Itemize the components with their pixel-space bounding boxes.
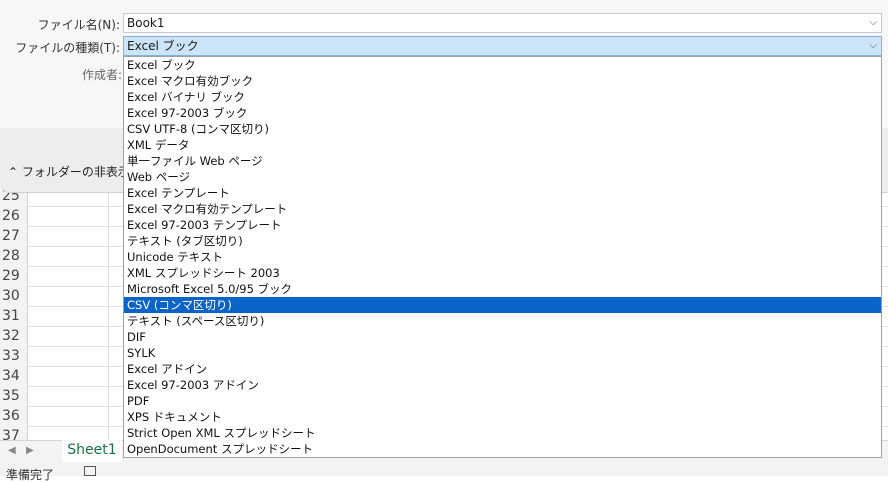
filetype-option[interactable]: XML スプレッドシート 2003 — [124, 265, 881, 281]
status-bar: 準備完了 — [0, 462, 888, 482]
filetype-option[interactable]: Excel テンプレート — [124, 185, 881, 201]
filetype-option[interactable]: Excel バイナリ ブック — [124, 89, 881, 105]
row-number[interactable]: 30 — [0, 286, 28, 306]
row-number[interactable]: 36 — [0, 406, 28, 426]
filetype-value: Excel ブック — [127, 39, 199, 53]
next-sheet-icon[interactable]: ▶ — [26, 445, 34, 456]
row-number[interactable]: 28 — [0, 246, 28, 266]
filetype-label: ファイルの種類(T): — [15, 41, 120, 55]
filetype-option[interactable]: DIF — [124, 329, 881, 345]
author-label: 作成者: — [81, 68, 122, 82]
row-number[interactable]: 33 — [0, 346, 28, 366]
chevron-down-icon[interactable]: ⌵ — [869, 14, 877, 32]
row-number[interactable]: 31 — [0, 306, 28, 326]
prev-sheet-icon[interactable]: ◀ — [8, 445, 16, 456]
filetype-option[interactable]: OpenDocument スプレッドシート — [124, 441, 881, 457]
status-text: 準備完了 — [6, 468, 55, 482]
filetype-option[interactable]: Microsoft Excel 5.0/95 ブック — [124, 281, 881, 297]
filetype-option[interactable]: テキスト (スペース区切り) — [124, 313, 881, 329]
row-number[interactable]: 32 — [0, 326, 28, 346]
row-number[interactable]: 26 — [0, 206, 28, 226]
filetype-option[interactable]: Unicode テキスト — [124, 249, 881, 265]
filetype-option[interactable]: テキスト (タブ区切り) — [124, 233, 881, 249]
chevron-down-icon[interactable]: ⌵ — [869, 37, 877, 55]
row-number[interactable]: 29 — [0, 266, 28, 286]
filetype-option[interactable]: XPS ドキュメント — [124, 409, 881, 425]
filetype-option[interactable]: Strict Open XML スプレッドシート — [124, 425, 881, 441]
filetype-select[interactable]: Excel ブック ⌵ — [123, 36, 882, 56]
filetype-option[interactable]: XML データ — [124, 137, 881, 153]
filetype-option[interactable]: Excel ブック — [124, 57, 881, 73]
filename-input[interactable]: Book1 ⌵ — [123, 13, 882, 33]
filetype-dropdown-list[interactable]: Excel ブック Excel マクロ有効ブック Excel バイナリ ブック Exc… — [123, 56, 882, 458]
filename-value: Book1 — [127, 16, 165, 30]
row-number[interactable]: 35 — [0, 386, 28, 406]
row-number[interactable]: 27 — [0, 226, 28, 246]
filetype-option[interactable]: Excel 97-2003 ブック — [124, 105, 881, 121]
chevron-up-icon: ⌃ — [8, 165, 19, 179]
accessibility-icon[interactable] — [84, 466, 96, 476]
filetype-option[interactable]: CSV UTF-8 (コンマ区切り) — [124, 121, 881, 137]
filetype-option[interactable]: Excel マクロ有効ブック — [124, 73, 881, 89]
filetype-option[interactable]: PDF — [124, 393, 881, 409]
sheet-tab[interactable]: Sheet1 — [62, 440, 122, 464]
hide-folders-label: フォルダーの非表示 — [21, 165, 130, 179]
filetype-option[interactable]: Excel アドイン — [124, 361, 881, 377]
filetype-option[interactable]: Excel 97-2003 アドイン — [124, 377, 881, 393]
filetype-option[interactable]: Excel マクロ有効テンプレート — [124, 201, 881, 217]
hide-folders-button[interactable]: ⌃ フォルダーの非表示 — [8, 163, 130, 180]
filetype-option[interactable]: Web ページ — [124, 169, 881, 185]
row-number[interactable]: 34 — [0, 366, 28, 386]
filetype-option[interactable]: 単一ファイル Web ページ — [124, 153, 881, 169]
filename-label: ファイル名(N): — [37, 18, 120, 32]
filetype-option[interactable]: CSV (コンマ区切り) — [124, 297, 881, 313]
filetype-option[interactable]: Excel 97-2003 テンプレート — [124, 217, 881, 233]
filetype-option[interactable]: SYLK — [124, 345, 881, 361]
